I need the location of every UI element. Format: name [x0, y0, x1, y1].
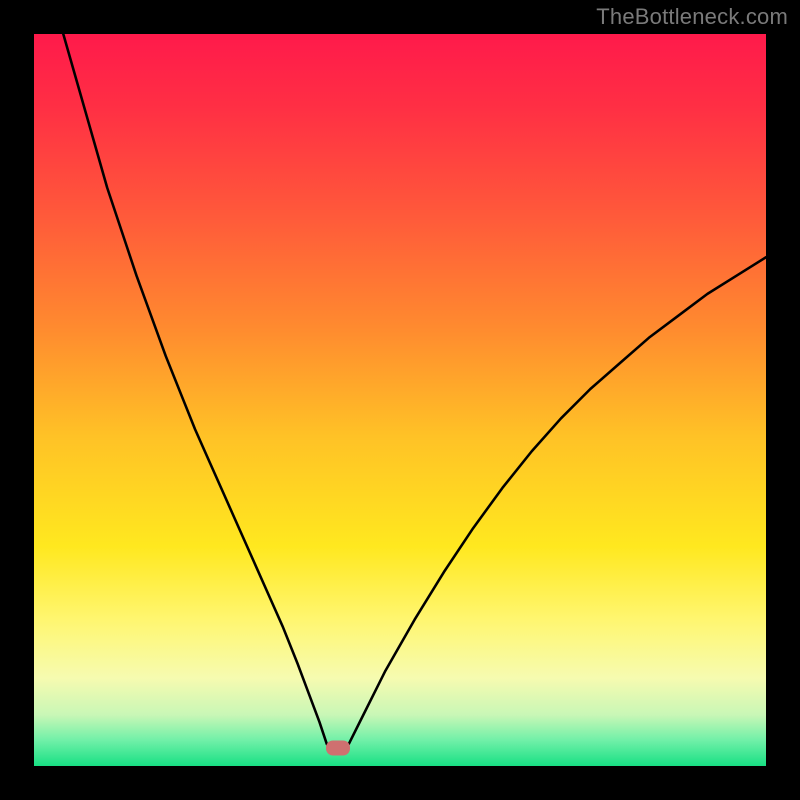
- watermark-text: TheBottleneck.com: [596, 4, 788, 30]
- chart-frame: TheBottleneck.com: [0, 0, 800, 800]
- gradient-background: [34, 34, 766, 766]
- plot-area: [34, 34, 766, 766]
- optimum-marker: [326, 740, 350, 755]
